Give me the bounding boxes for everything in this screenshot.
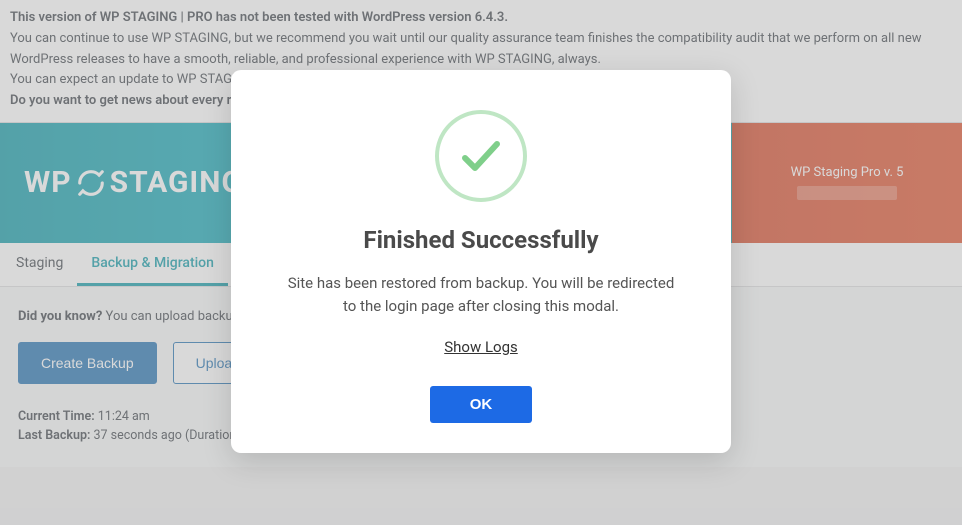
modal-body: Site has been restored from backup. You … xyxy=(281,272,681,317)
ok-button[interactable]: OK xyxy=(430,386,533,423)
modal-overlay[interactable]: Finished Successfully Site has been rest… xyxy=(0,0,962,525)
success-modal: Finished Successfully Site has been rest… xyxy=(231,70,731,453)
show-logs-link[interactable]: Show Logs xyxy=(444,338,518,356)
modal-title: Finished Successfully xyxy=(281,226,681,254)
success-check-icon xyxy=(435,110,527,202)
